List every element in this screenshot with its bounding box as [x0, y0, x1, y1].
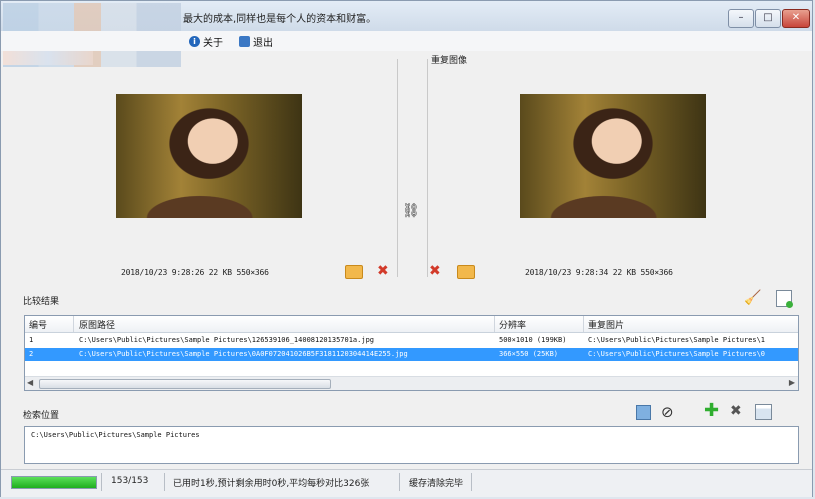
duplicate-size: 22 KB [612, 268, 636, 277]
close-button[interactable]: ✕ [782, 9, 810, 28]
duplicate-resolution: 550×366 [640, 268, 673, 277]
original-date: 2018/10/23 [121, 268, 168, 277]
original-resolution: 550×366 [236, 268, 269, 277]
link-icon[interactable]: ⛓ [402, 203, 420, 219]
search-location-label: 检索位置 [23, 411, 60, 421]
menu-bar: i 关于 退出 [1, 31, 812, 51]
remove-icon[interactable]: ✖ [730, 403, 746, 419]
column-header-id[interactable]: 编号 [29, 318, 47, 331]
results-table-header: 编号 原图路径 分辨率 重复图片 [25, 316, 798, 333]
results-label: 比较结果 [23, 297, 60, 307]
minimize-button[interactable]: – [728, 9, 754, 28]
scroll-right-icon[interactable]: ▶ [789, 378, 795, 387]
duplicate-image-preview[interactable] [520, 94, 706, 218]
add-icon[interactable]: ✚ [704, 402, 720, 420]
original-size: 22 KB [208, 268, 232, 277]
open-original-folder-icon[interactable] [345, 265, 363, 279]
scan-count: 153/153 [111, 476, 149, 486]
duplicate-time: 9:28:34 [575, 268, 609, 277]
stop-icon[interactable]: ⊘ [661, 404, 677, 420]
original-image-meta: 2018/10/23 9:28:26 22 KB 550×366 [121, 268, 269, 277]
duplicate-image-meta: 2018/10/23 9:28:34 22 KB 550×366 [525, 268, 673, 277]
search-location-path[interactable]: C:\Users\Public\Pictures\Sample Pictures [31, 431, 200, 439]
add-location-icon[interactable] [636, 405, 651, 420]
row-id: 2 [29, 350, 34, 358]
info-icon: i [189, 36, 200, 47]
table-row[interactable]: 2 C:\Users\Public\Pictures\Sample Pictur… [25, 348, 798, 361]
exit-icon [239, 36, 250, 47]
menu-about-label: 关于 [203, 38, 223, 49]
row-resolution: 500×1010 (199KB) [499, 336, 567, 344]
column-header-resolution[interactable]: 分辨率 [499, 318, 526, 331]
menu-exit[interactable]: 退出 [239, 34, 273, 49]
horizontal-scrollbar[interactable]: ◀ ▶ [25, 376, 798, 390]
delete-duplicate-icon[interactable]: ✖ [429, 264, 441, 278]
delete-original-icon[interactable]: ✖ [377, 264, 389, 278]
results-table[interactable]: 编号 原图路径 分辨率 重复图片 1 C:\Users\Public\Pictu… [24, 315, 799, 391]
row-path: C:\Users\Public\Pictures\Sample Pictures… [79, 350, 408, 358]
title-bar: 最大的成本,同样也是每个人的资本和财富。 – □ ✕ [1, 1, 812, 67]
scan-progress-fill [12, 477, 96, 488]
menu-about[interactable]: i 关于 [189, 34, 223, 49]
app-window: 最大的成本,同样也是每个人的资本和财富。 – □ ✕ i 关于 退出 重复图像 … [0, 0, 813, 497]
window-settings-icon[interactable] [755, 404, 772, 420]
table-row[interactable]: 1 C:\Users\Public\Pictures\Sample Pictur… [25, 334, 798, 347]
scroll-left-icon[interactable]: ◀ [27, 378, 33, 387]
row-id: 1 [29, 336, 34, 344]
maximize-button[interactable]: □ [755, 9, 781, 28]
row-path: C:\Users\Public\Pictures\Sample Pictures… [79, 336, 375, 344]
status-bar: 153/153 已用时1秒,预计剩余用时0秒,平均每秒对比326张 缓存清除完毕 [1, 469, 812, 497]
original-image-preview[interactable] [116, 94, 302, 218]
panel-divider-right [427, 59, 428, 277]
scan-progress-bar [11, 476, 97, 489]
duplicate-date: 2018/10/23 [525, 268, 572, 277]
search-location-list[interactable]: C:\Users\Public\Pictures\Sample Pictures [24, 426, 799, 464]
export-results-icon[interactable] [776, 290, 793, 308]
elapsed-status: 已用时1秒,预计剩余用时0秒,平均每秒对比326张 [173, 479, 370, 489]
duplicate-panel-title: 重复图像 [431, 56, 468, 66]
row-resolution: 366×550 (25KB) [499, 350, 559, 358]
column-header-path[interactable]: 原图路径 [79, 318, 115, 331]
cache-status: 缓存清除完毕 [409, 479, 464, 489]
open-duplicate-folder-icon[interactable] [457, 265, 475, 279]
clear-results-icon[interactable]: 🧹 [744, 290, 761, 306]
row-duplicate: C:\Users\Public\Pictures\Sample Pictures… [588, 350, 766, 358]
window-title: 最大的成本,同样也是每个人的资本和财富。 [183, 14, 377, 25]
column-header-duplicate[interactable]: 重复图片 [588, 318, 624, 331]
scrollbar-thumb[interactable] [39, 379, 331, 389]
original-time: 9:28:26 [171, 268, 205, 277]
menu-exit-label: 退出 [253, 38, 273, 49]
row-duplicate: C:\Users\Public\Pictures\Sample Pictures… [588, 336, 766, 344]
panel-divider-left [397, 59, 398, 277]
